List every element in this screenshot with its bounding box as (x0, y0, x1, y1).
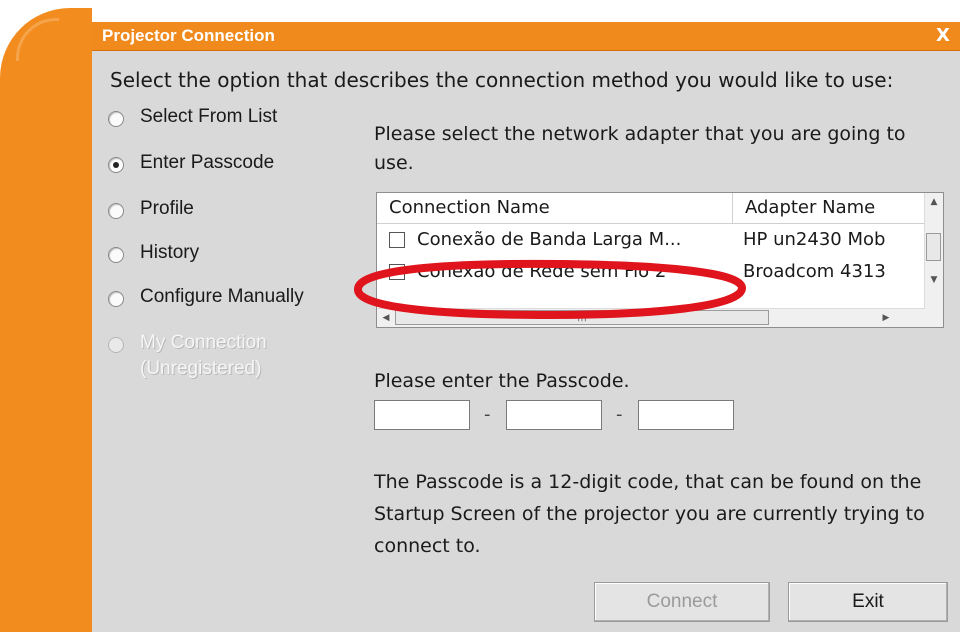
close-icon: X (936, 25, 950, 46)
adapter-prompt: Please select the network adapter that y… (374, 123, 906, 174)
passcode-field-1[interactable] (374, 400, 470, 430)
radio-label: Enter Passcode (140, 152, 275, 173)
list-header: Connection Name Adapter Name (377, 193, 925, 224)
exit-button[interactable]: Exit (788, 582, 948, 622)
cell-connection-name: Conexão de Rede sem Fio 2 (417, 261, 667, 282)
passcode-separator: - (616, 404, 623, 425)
radio-button-icon[interactable] (108, 247, 124, 263)
passcode-field-2[interactable] (506, 400, 602, 430)
passcode-separator: - (484, 404, 491, 425)
radio-button-selected-icon[interactable] (108, 157, 124, 173)
radio-label: Select From List (140, 106, 278, 127)
scroll-left-arrow-icon[interactable]: ◀ (377, 309, 395, 327)
passcode-label: Please enter the Passcode. (374, 370, 630, 392)
instruction-text: Select the option that describes the con… (110, 68, 894, 92)
list-row[interactable]: Conexão de Banda Larga M... HP un2430 Mo… (377, 225, 925, 255)
vertical-scrollbar[interactable]: ▲ ▼ (924, 193, 943, 309)
radio-label: History (140, 242, 200, 263)
title-bar: Projector Connection X (92, 22, 960, 51)
scroll-up-arrow-icon[interactable]: ▲ (925, 193, 943, 211)
radio-button-disabled-icon (108, 337, 124, 353)
radio-label: Configure Manually (140, 286, 304, 307)
connect-button[interactable]: Connect (594, 582, 770, 622)
scroll-right-arrow-icon[interactable]: ▶ (877, 309, 895, 327)
radio-button-icon[interactable] (108, 291, 124, 307)
passcode-help-text: The Passcode is a 12-digit code, that ca… (374, 471, 925, 557)
row-checkbox[interactable] (389, 264, 405, 280)
column-header-connection-name[interactable]: Connection Name (377, 193, 733, 223)
close-button[interactable]: X (932, 26, 954, 46)
adapter-list[interactable]: Connection Name Adapter Name Conexão de … (376, 192, 944, 328)
scroll-down-arrow-icon[interactable]: ▼ (925, 271, 943, 289)
scrollbar-corner (925, 309, 943, 327)
radio-sublabel: (Unregistered) (140, 358, 262, 379)
radio-button-icon[interactable] (108, 203, 124, 219)
cell-adapter-name: HP un2430 Mob (743, 229, 886, 250)
window-title: Projector Connection (102, 26, 275, 45)
column-header-adapter-name[interactable]: Adapter Name (733, 193, 925, 223)
scrollbar-thumb[interactable]: ||| (395, 310, 769, 325)
radio-button-icon[interactable] (108, 111, 124, 127)
radio-label: My Connection (140, 332, 267, 353)
window-frame-left (0, 8, 92, 632)
cell-adapter-name: Broadcom 4313 (743, 261, 886, 282)
row-checkbox[interactable] (389, 232, 405, 248)
cell-connection-name: Conexão de Banda Larga M... (417, 229, 682, 250)
radio-label: Profile (140, 198, 194, 219)
passcode-field-3[interactable] (638, 400, 734, 430)
horizontal-scrollbar[interactable]: ◀ ||| ▶ (377, 308, 925, 327)
scrollbar-thumb[interactable] (926, 233, 941, 261)
list-row[interactable]: Conexão de Rede sem Fio 2 Broadcom 4313 (377, 257, 925, 287)
